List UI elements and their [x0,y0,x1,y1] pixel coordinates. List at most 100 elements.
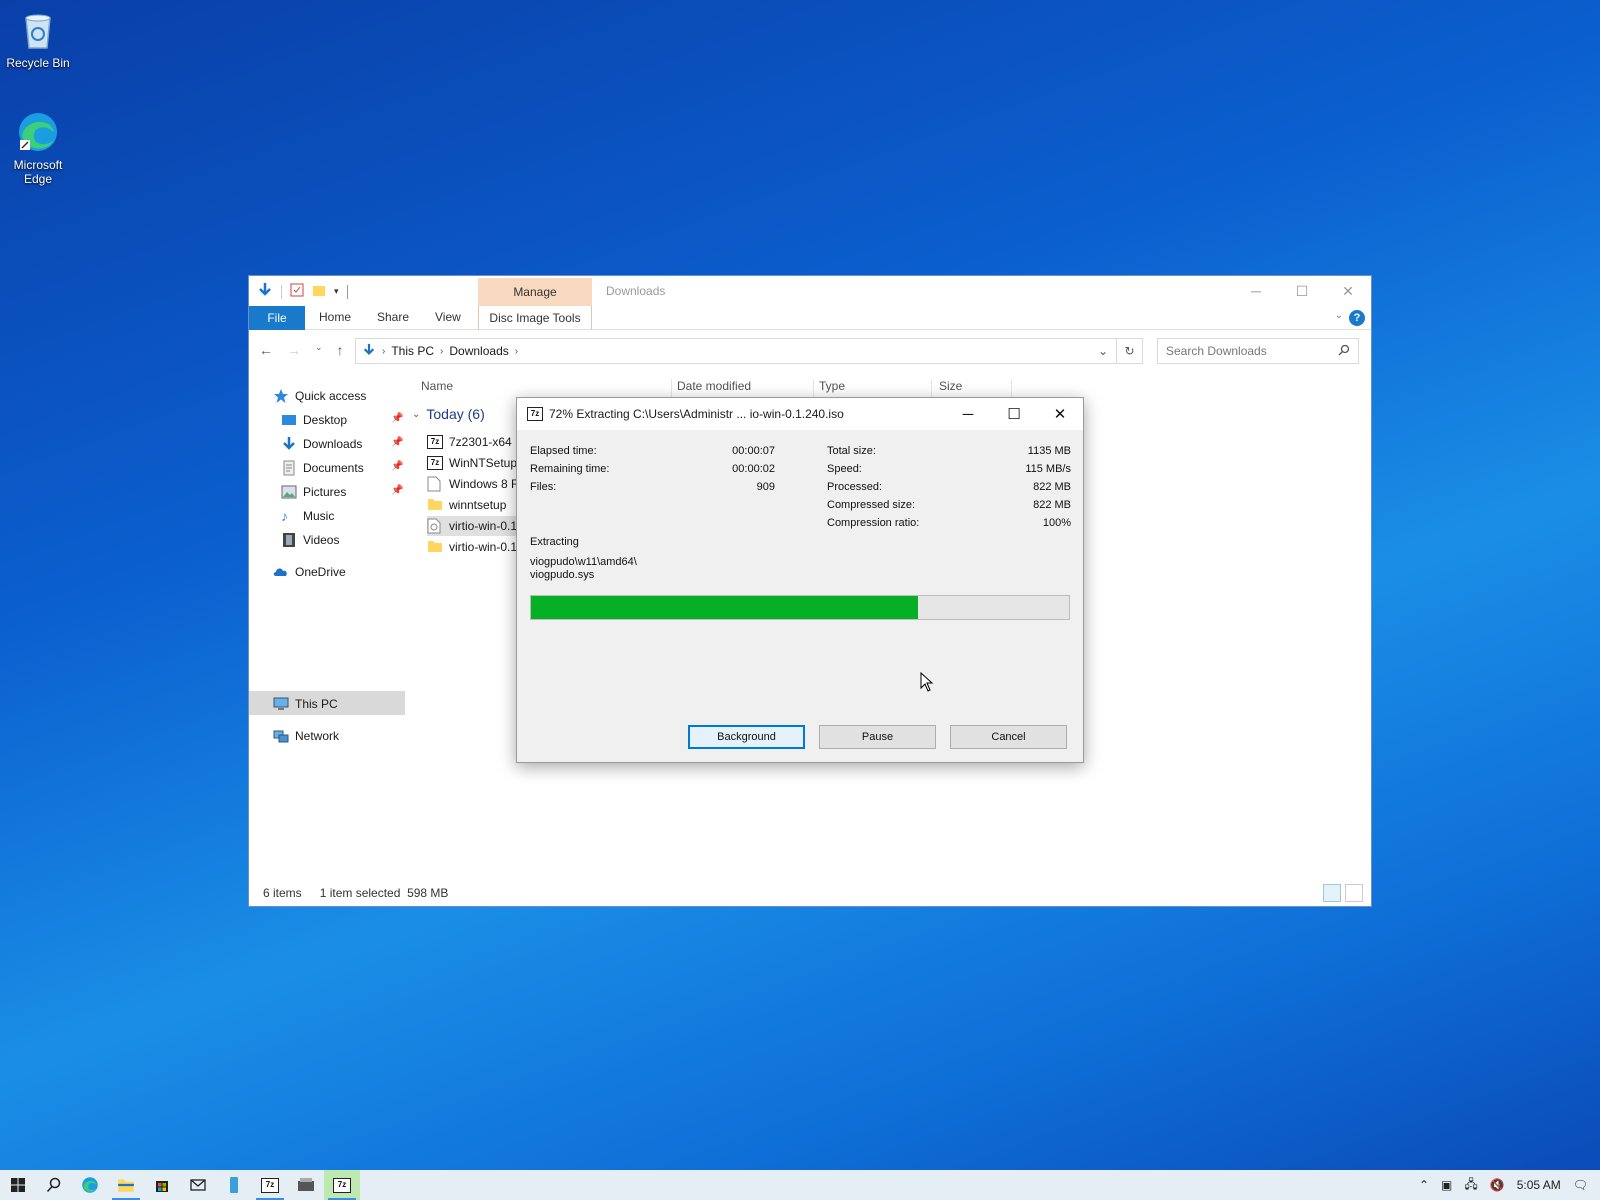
tab-home[interactable]: Home [319,310,351,324]
maximize-icon[interactable]: ☐ [1279,276,1325,306]
file-name: 7z2301-x64 [449,435,512,449]
search-placeholder: Search Downloads [1166,344,1267,358]
back-arrow-icon[interactable]: ← [259,342,273,358]
window-title: Downloads [606,284,666,298]
store-icon[interactable] [144,1170,180,1200]
manage-context-tab[interactable]: Manage [478,278,592,306]
edge-icon[interactable] [72,1170,108,1200]
nav-item-quick-access[interactable]: Quick access [273,385,366,407]
breadcrumb-separator-icon[interactable]: › [440,346,443,357]
file-row[interactable]: 7z 7z2301-x64 [427,432,512,452]
address-dropdown-icon[interactable]: ⌄ [1098,344,1108,358]
search-icon[interactable] [36,1170,72,1200]
winntsetup-icon[interactable] [288,1170,324,1200]
status-bar: 6 items 1 item selected 598 MB [249,880,1371,906]
nav-item-music[interactable]: ♪ Music [281,505,334,527]
document-icon [427,476,443,492]
file-row[interactable]: virtio-win-0.1 [427,537,517,557]
navigation-buttons: ← → ⌄ ↑ [259,342,344,358]
nav-item-downloads[interactable]: Downloads [281,433,362,455]
column-size[interactable]: Size [939,379,962,393]
speed-value: 115 MB/s [1025,463,1071,475]
column-type[interactable]: Type [819,379,845,393]
file-name: Windows 8 Re [449,477,527,491]
7zip-taskbar-icon[interactable]: 7z [252,1170,288,1200]
recent-locations-icon[interactable]: ⌄ [315,342,323,358]
device-icon[interactable]: ▣ [1441,1178,1452,1192]
nav-label: This PC [295,697,338,711]
tab-view[interactable]: View [435,310,461,324]
nav-item-pictures[interactable]: Pictures [281,481,346,503]
file-row[interactable]: 7z WinNTSetup_ [427,453,524,473]
desktop-icon-edge[interactable]: Microsoft Edge [0,110,76,186]
breadcrumb-downloads[interactable]: Downloads [449,344,508,358]
cancel-button[interactable]: Cancel [950,725,1067,749]
help-icon[interactable]: ? [1349,310,1365,326]
clock[interactable]: 5:05 AM [1517,1178,1561,1192]
group-header[interactable]: ⌄ Today (6) [412,406,485,422]
up-arrow-icon[interactable]: ↑ [337,342,344,358]
folder-icon [427,539,443,555]
files-value: 909 [756,481,775,493]
navigation-pane: Quick access Desktop 📌 Downloads 📌 Docum… [249,371,405,771]
column-date-modified[interactable]: Date modified [677,379,751,393]
forward-arrow-icon[interactable]: → [287,342,301,358]
disc-image-icon [427,518,443,534]
extract-progress-bar [530,595,1070,620]
file-row[interactable]: Windows 8 Re [427,474,526,494]
notification-icon[interactable]: 🗨 [1573,1178,1588,1192]
pause-button[interactable]: Pause [819,725,936,749]
view-switcher [1323,884,1363,902]
nav-item-videos[interactable]: Videos [281,529,339,551]
item-count: 6 items [263,886,302,900]
search-input[interactable]: Search Downloads [1157,338,1359,364]
background-button[interactable]: Background [688,725,805,749]
search-icon [1338,344,1350,359]
stat-label: Total size: [827,445,876,457]
nav-item-this-pc[interactable]: This PC [273,693,338,715]
expand-ribbon-icon[interactable]: ⌄ [1335,310,1343,321]
desktop-icon-label: Microsoft Edge [13,158,63,186]
file-explorer-icon[interactable] [108,1170,144,1200]
nav-label: Quick access [295,389,367,403]
dialog-title: 72% Extracting C:\Users\Administr ... io… [549,407,844,421]
mail-icon[interactable] [180,1170,216,1200]
start-windows-icon[interactable] [0,1170,36,1200]
details-view-icon[interactable] [1323,884,1341,902]
minimize-icon[interactable]: ─ [1233,276,1279,306]
nav-item-network[interactable]: Network [273,725,339,747]
usb-drive-icon[interactable] [216,1170,252,1200]
nav-item-documents[interactable]: Documents [281,457,364,479]
close-icon[interactable]: ✕ [1037,398,1083,430]
refresh-icon[interactable]: ↻ [1117,338,1143,364]
stat-label: Compressed size: [827,499,916,511]
nav-label: Desktop [303,413,348,427]
7zip-progress-taskbar-icon[interactable]: 7z [324,1170,360,1200]
close-icon[interactable]: ✕ [1325,276,1371,306]
maximize-icon[interactable]: ☐ [991,398,1037,430]
volume-muted-icon[interactable]: 🔇 [1490,1178,1505,1192]
nav-item-onedrive[interactable]: OneDrive [273,561,346,583]
desktop-icon-recycle-bin[interactable]: Recycle Bin [0,8,76,70]
new-folder-icon[interactable] [312,283,326,300]
file-name: virtio-win-0.1 [449,540,518,554]
tab-disc-image-tools[interactable]: Disc Image Tools [478,306,592,330]
column-name[interactable]: Name [421,379,453,393]
properties-icon[interactable] [290,283,304,300]
network-tray-icon[interactable]: 🖧 [1464,1175,1477,1196]
large-icons-view-icon[interactable] [1345,884,1363,902]
videos-icon [281,532,297,548]
minimize-icon[interactable]: ─ [945,398,991,430]
breadcrumb-separator-icon[interactable]: › [382,346,385,357]
tab-share[interactable]: Share [377,310,409,324]
breadcrumb-separator-icon[interactable]: › [515,346,518,357]
tab-file[interactable]: File [249,306,305,330]
download-arrow-icon[interactable] [257,282,273,301]
customize-toolbar-icon[interactable]: ▾ [334,286,339,297]
nav-item-desktop[interactable]: Desktop [281,409,347,431]
address-bar[interactable]: › This PC › Downloads › ⌄ [355,338,1117,364]
breadcrumb-this-pc[interactable]: This PC [391,344,434,358]
chevron-up-icon[interactable]: ⌃ [1419,1178,1429,1192]
file-row[interactable]: winntsetup [427,495,506,515]
file-row-selected[interactable]: virtio-win-0.1 [427,516,519,536]
